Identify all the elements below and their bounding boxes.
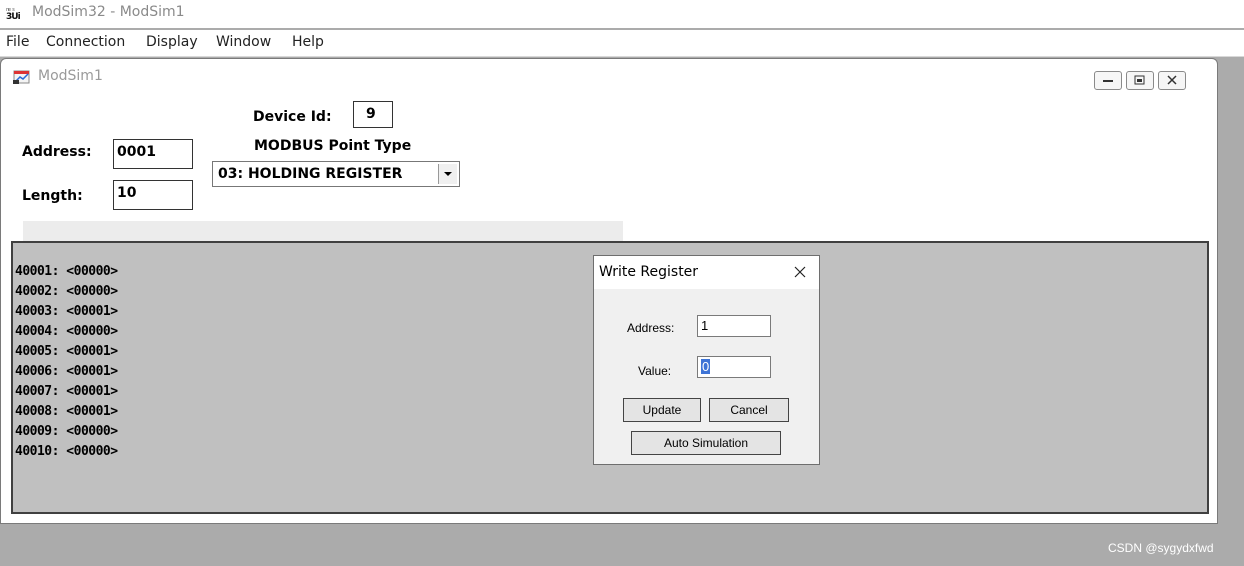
register-row[interactable]: 40006: <00001> xyxy=(15,362,118,382)
point-type-value: 03: HOLDING REGISTER xyxy=(218,166,403,182)
register-row[interactable]: 40007: <00001> xyxy=(15,382,118,402)
child-title: ModSim1 xyxy=(38,68,103,84)
cancel-button[interactable]: Cancel xyxy=(709,398,789,422)
dialog-address-field[interactable]: 1 xyxy=(697,315,771,337)
address-label: Address: xyxy=(22,144,92,160)
address-field[interactable]: 0001 xyxy=(113,139,193,169)
app-titlebar[interactable]: ne s 3Ui ModSim32 - ModSim1 xyxy=(0,0,1244,28)
auto-simulation-button[interactable]: Auto Simulation xyxy=(631,431,781,455)
register-row[interactable]: 40008: <00001> xyxy=(15,402,118,422)
dialog-title: Write Register xyxy=(599,264,699,280)
close-icon xyxy=(1167,75,1177,85)
menu-bar: File Connection Display Window Help xyxy=(0,30,1244,57)
restore-button[interactable] xyxy=(1126,71,1154,90)
modsim-document-icon xyxy=(13,68,31,84)
device-id-field[interactable]: 9 xyxy=(353,101,393,128)
close-icon[interactable] xyxy=(790,262,810,282)
modsim-app-icon: ne s 3Ui xyxy=(6,6,22,20)
update-button[interactable]: Update xyxy=(623,398,701,422)
svg-text:3Ui: 3Ui xyxy=(6,12,21,20)
length-field[interactable]: 10 xyxy=(113,180,193,210)
menu-window[interactable]: Window xyxy=(216,34,271,50)
child-titlebar[interactable]: ModSim1 xyxy=(1,59,1217,91)
minimize-icon xyxy=(1103,80,1113,82)
restore-icon xyxy=(1134,75,1145,85)
app-title: ModSim32 - ModSim1 xyxy=(32,4,185,20)
minimize-button[interactable] xyxy=(1094,71,1122,90)
menu-file[interactable]: File xyxy=(6,34,29,50)
status-strip xyxy=(23,221,623,241)
dialog-value-selected-text: 0 xyxy=(701,359,711,374)
dialog-value-field[interactable]: 0 xyxy=(697,356,771,378)
dialog-value-label: Value: xyxy=(638,364,672,378)
point-type-label: MODBUS Point Type xyxy=(254,138,412,154)
device-id-label: Device Id: xyxy=(253,109,332,125)
watermark-text: CSDN @sygydxfwd xyxy=(1108,541,1214,555)
close-window-button[interactable] xyxy=(1158,71,1186,90)
menu-help[interactable]: Help xyxy=(292,34,324,50)
register-row[interactable]: 40010: <00000> xyxy=(15,442,118,462)
register-row[interactable]: 40003: <00001> xyxy=(15,302,118,322)
dialog-titlebar[interactable]: Write Register xyxy=(594,256,819,289)
register-row[interactable]: 40001: <00000> xyxy=(15,262,118,282)
register-row[interactable]: 40009: <00000> xyxy=(15,422,118,442)
chevron-down-icon[interactable] xyxy=(438,164,457,184)
dialog-address-label: Address: xyxy=(627,321,675,335)
menu-connection[interactable]: Connection xyxy=(46,34,125,50)
menu-display[interactable]: Display xyxy=(146,34,198,50)
register-row[interactable]: 40004: <00000> xyxy=(15,322,118,342)
length-label: Length: xyxy=(22,188,83,204)
point-type-select[interactable]: 03: HOLDING REGISTER xyxy=(212,161,460,187)
register-row[interactable]: 40002: <00000> xyxy=(15,282,118,302)
register-row[interactable]: 40005: <00001> xyxy=(15,342,118,362)
write-register-dialog: Write Register Address: 1 Value: 0 Updat… xyxy=(593,255,820,465)
